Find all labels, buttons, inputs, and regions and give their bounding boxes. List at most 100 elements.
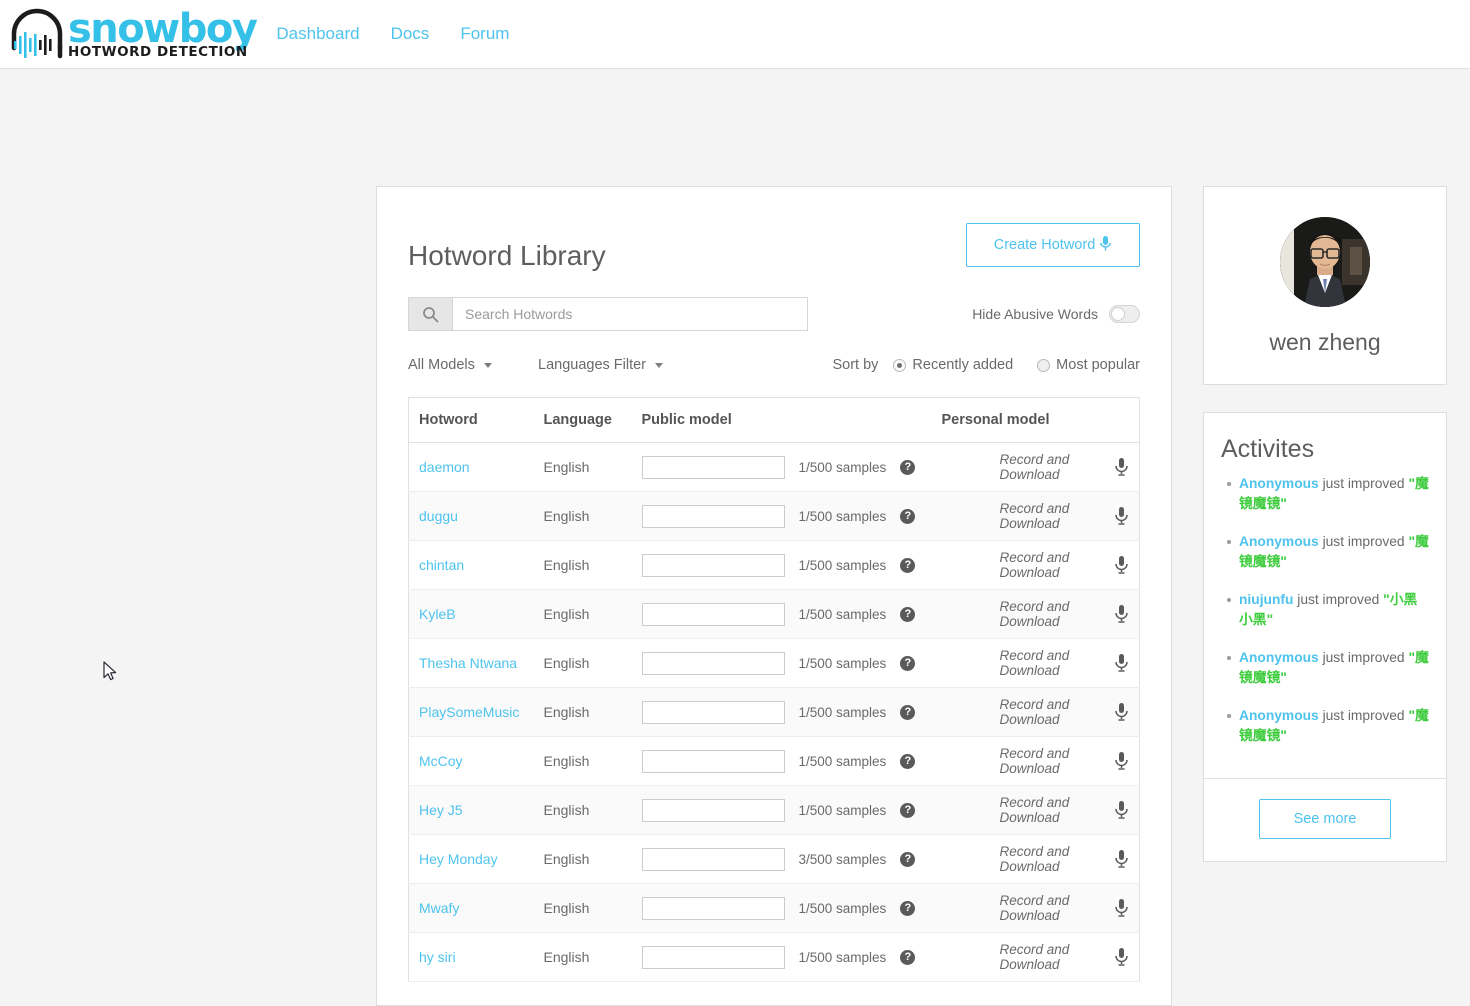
microphone-icon[interactable]	[1114, 751, 1129, 771]
hide-abusive-words-toggle[interactable]	[1109, 305, 1140, 323]
microphone-icon[interactable]	[1114, 849, 1129, 869]
hotword-link[interactable]: hy siri	[419, 949, 456, 965]
public-model-box[interactable]	[641, 553, 785, 577]
activity-user-link[interactable]: Anonymous	[1239, 534, 1319, 549]
logo-wordmark: snowboy	[68, 5, 258, 52]
radio-icon	[1037, 358, 1051, 372]
help-icon[interactable]: ?	[900, 704, 916, 720]
microphone-icon[interactable]	[1114, 702, 1129, 722]
sort-option-most-popular[interactable]: Most popular	[1037, 357, 1140, 373]
microphone-icon[interactable]	[1114, 506, 1129, 526]
record-and-download-link[interactable]: Record and Download	[1000, 844, 1115, 874]
public-model-box[interactable]	[641, 700, 785, 724]
sort-option-recently-added[interactable]: Recently added	[893, 357, 1013, 373]
public-model-box[interactable]	[641, 504, 785, 528]
record-and-download-link[interactable]: Record and Download	[1000, 550, 1115, 580]
help-icon[interactable]: ?	[900, 508, 916, 524]
record-and-download-link[interactable]: Record and Download	[1000, 795, 1115, 825]
cell-hotword: hy siri	[408, 932, 534, 982]
record-and-download-link[interactable]: Record and Download	[1000, 648, 1115, 678]
microphone-icon[interactable]	[1114, 604, 1129, 624]
activity-user-link[interactable]: Anonymous	[1239, 708, 1319, 723]
record-and-download-link[interactable]: Record and Download	[1000, 501, 1115, 531]
microphone-icon[interactable]	[1114, 800, 1129, 820]
help-icon[interactable]: ?	[900, 557, 916, 573]
hotword-link[interactable]: duggu	[419, 508, 458, 524]
help-icon[interactable]: ?	[900, 753, 916, 769]
hide-abusive-words-control: Hide Abusive Words	[972, 305, 1140, 323]
cell-language: English	[533, 491, 632, 541]
public-model-box[interactable]	[641, 896, 785, 920]
samples-count: 1/500 samples	[798, 655, 887, 671]
nav-link-docs[interactable]: Docs	[391, 24, 430, 44]
help-icon[interactable]: ?	[900, 459, 916, 475]
search-input[interactable]	[452, 297, 808, 331]
samples-count: 1/500 samples	[798, 557, 887, 573]
help-icon[interactable]: ?	[900, 606, 916, 622]
public-model-box[interactable]	[641, 749, 785, 773]
public-model-box[interactable]	[641, 651, 785, 675]
languages-filter-dropdown[interactable]: Languages Filter	[538, 357, 664, 373]
nav-link-forum[interactable]: Forum	[460, 24, 509, 44]
avatar	[1280, 217, 1370, 307]
cell-personal-model: Record and Download	[931, 834, 1140, 884]
samples-count: 1/500 samples	[798, 606, 887, 622]
cell-language: English	[533, 442, 632, 492]
help-icon[interactable]: ?	[900, 851, 916, 867]
microphone-icon[interactable]	[1114, 457, 1129, 477]
help-icon[interactable]: ?	[900, 900, 916, 916]
all-models-dropdown[interactable]: All Models	[408, 357, 538, 373]
hotword-link[interactable]: Hey J5	[419, 802, 463, 818]
cell-personal-model: Record and Download	[931, 785, 1140, 835]
cell-public-model: 1/500 samples?	[631, 638, 932, 688]
record-and-download-link[interactable]: Record and Download	[1000, 893, 1115, 923]
microphone-icon[interactable]	[1114, 898, 1129, 918]
samples-count: 3/500 samples	[798, 851, 887, 867]
hotword-link[interactable]: Thesha Ntwana	[419, 655, 517, 671]
create-hotword-button[interactable]: Create Hotword	[966, 223, 1140, 267]
record-and-download-link[interactable]: Record and Download	[1000, 697, 1115, 727]
activity-user-link[interactable]: niujunfu	[1239, 592, 1293, 607]
public-model-box[interactable]	[641, 455, 785, 479]
sort-option-label: Recently added	[912, 357, 1014, 373]
record-and-download-link[interactable]: Record and Download	[1000, 452, 1115, 482]
brand-logo[interactable]: snowboy HOTWORD DETECTION	[8, 5, 258, 62]
cell-public-model: 1/500 samples?	[631, 491, 932, 541]
samples-count: 1/500 samples	[798, 508, 887, 524]
samples-count: 1/500 samples	[798, 753, 887, 769]
public-model-box[interactable]	[641, 847, 785, 871]
table-row: PlaySomeMusic English 1/500 samples? Record…	[408, 687, 1140, 737]
help-icon[interactable]: ?	[900, 949, 916, 965]
help-icon[interactable]: ?	[900, 655, 916, 671]
see-more-button[interactable]: See more	[1258, 799, 1392, 839]
hotword-link[interactable]: Mwafy	[419, 900, 459, 916]
record-and-download-link[interactable]: Record and Download	[1000, 942, 1115, 972]
search-group	[408, 297, 808, 331]
activity-action: just improved	[1297, 592, 1380, 607]
hotword-link[interactable]: daemon	[419, 459, 470, 475]
help-icon[interactable]: ?	[900, 802, 916, 818]
search-icon[interactable]	[408, 297, 452, 331]
public-model-box[interactable]	[641, 798, 785, 822]
table-row: Hey Monday English 3/500 samples? Record an…	[408, 834, 1140, 884]
public-model-box[interactable]	[641, 945, 785, 969]
hotword-link[interactable]: McCoy	[419, 753, 463, 769]
public-model-box[interactable]	[641, 602, 785, 626]
headphone-waveform-icon	[8, 8, 66, 60]
record-and-download-link[interactable]: Record and Download	[1000, 599, 1115, 629]
hotword-link[interactable]: PlaySomeMusic	[419, 704, 519, 720]
microphone-icon[interactable]	[1114, 947, 1129, 967]
hotword-link[interactable]: KyleB	[419, 606, 456, 622]
profile-card: wen zheng	[1203, 186, 1447, 385]
microphone-icon[interactable]	[1114, 653, 1129, 673]
cell-personal-model: Record and Download	[931, 491, 1140, 541]
hotword-link[interactable]: chintan	[419, 557, 464, 573]
hotword-link[interactable]: Hey Monday	[419, 851, 498, 867]
activity-user-link[interactable]: Anonymous	[1239, 650, 1319, 665]
record-and-download-link[interactable]: Record and Download	[1000, 746, 1115, 776]
nav-link-dashboard[interactable]: Dashboard	[276, 24, 359, 44]
microphone-icon[interactable]	[1114, 555, 1129, 575]
activity-user-link[interactable]: Anonymous	[1239, 476, 1319, 491]
page-title: Hotword Library	[408, 240, 606, 271]
cell-language: English	[533, 785, 632, 835]
